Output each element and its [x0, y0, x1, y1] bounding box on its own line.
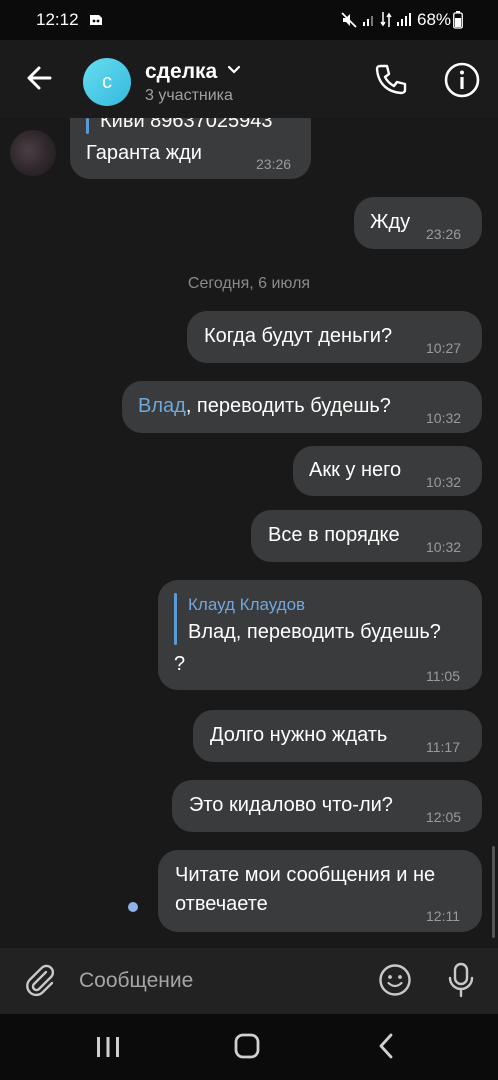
status-time: 12:12 [36, 10, 79, 29]
message-time: 10:32 [426, 474, 462, 490]
message-time: 10:32 [426, 539, 462, 555]
message-text: Акк у него [309, 459, 402, 481]
system-nav-bar [0, 1014, 498, 1080]
message-time: 10:27 [426, 340, 462, 356]
sender-avatar[interactable] [10, 130, 56, 176]
signal-icon [363, 16, 373, 26]
home-icon[interactable] [227, 1032, 267, 1062]
message-input[interactable] [79, 956, 364, 1006]
message-time: 23:26 [426, 226, 462, 242]
battery-icon [453, 11, 463, 29]
chat-subtitle: 3 участника [145, 87, 233, 104]
battery-percent: 68% [417, 10, 452, 29]
quote-author[interactable]: Клауд Клаудов [188, 595, 305, 615]
message-text-line2: отвечаете [175, 893, 268, 915]
quote-bar [174, 593, 177, 645]
message-bubble[interactable]: Клауд Клаудов Влад, переводить будешь? ?… [158, 580, 482, 690]
scrollbar[interactable] [492, 846, 495, 938]
message-text-rest: , переводить будешь? [185, 395, 391, 417]
message-text: Все в порядке [268, 524, 400, 546]
message-text: Влад, переводить будешь? [138, 395, 391, 418]
message-time: 12:05 [426, 809, 462, 825]
recents-icon[interactable] [88, 1032, 128, 1062]
message-bubble[interactable]: Это кидалово что-ли? 12:05 [172, 780, 482, 832]
message-bubble[interactable]: Акк у него 10:32 [293, 446, 482, 496]
quote-text: Киви 89637025943 [100, 118, 273, 132]
message-bubble[interactable]: Когда будут деньги? 10:27 [187, 311, 482, 363]
message-bubble[interactable]: Жду 23:26 [354, 197, 482, 249]
message-text: ? [174, 653, 186, 675]
message-bubble[interactable]: Долго нужно ждать 11:17 [193, 710, 482, 762]
chevron-down-icon[interactable] [227, 65, 241, 75]
quote-bar [86, 118, 89, 134]
info-icon[interactable] [442, 60, 482, 100]
signal-icon-2 [397, 13, 411, 26]
message-composer [0, 948, 498, 1014]
data-transfer-icon [380, 12, 392, 27]
chat-avatar[interactable]: с [83, 58, 131, 106]
message-time: 11:05 [426, 668, 460, 684]
mention-link[interactable]: Влад [138, 395, 186, 417]
status-bar: 12:12 68% [0, 0, 498, 40]
smiley-icon[interactable] [377, 962, 413, 998]
paperclip-icon[interactable] [22, 962, 58, 998]
date-separator: Сегодня, 6 июля [187, 275, 311, 292]
unread-indicator [128, 902, 138, 912]
mute-icon [341, 12, 357, 28]
quote-text: Влад, переводить будешь? [188, 621, 441, 643]
message-notification-icon [90, 15, 102, 25]
chat-title[interactable]: сделка [145, 60, 217, 84]
message-bubble[interactable]: Все в порядке 10:32 [251, 510, 482, 562]
microphone-icon[interactable] [443, 961, 479, 999]
message-time: 10:32 [426, 410, 462, 426]
back-chevron-icon[interactable] [366, 1032, 406, 1062]
message-text: Жду [370, 211, 411, 233]
arrow-left-icon[interactable] [22, 60, 58, 96]
message-bubble[interactable]: Киви 89637025943 Гаранта жди 23:26 [70, 118, 311, 179]
message-time: 23:26 [256, 156, 292, 172]
message-text: Когда будут деньги? [204, 325, 393, 347]
phone-icon[interactable] [370, 60, 410, 100]
message-text-line1: Читате мои сообщения и не [175, 864, 436, 886]
chat-header: с сделка 3 участника [0, 40, 498, 118]
message-time: 11:17 [426, 739, 460, 755]
message-text: Гаранта жди [86, 142, 202, 164]
message-text: Долго нужно ждать [210, 724, 388, 746]
message-bubble[interactable]: Читате мои сообщения и не отвечаете 12:1… [158, 850, 482, 932]
message-text: Это кидалово что-ли? [189, 794, 393, 816]
message-bubble[interactable]: Влад, переводить будешь? 10:32 [122, 381, 482, 433]
message-time: 12:11 [426, 908, 460, 924]
message-list[interactable]: Киви 89637025943 Гаранта жди 23:26 Жду 2… [0, 118, 498, 948]
